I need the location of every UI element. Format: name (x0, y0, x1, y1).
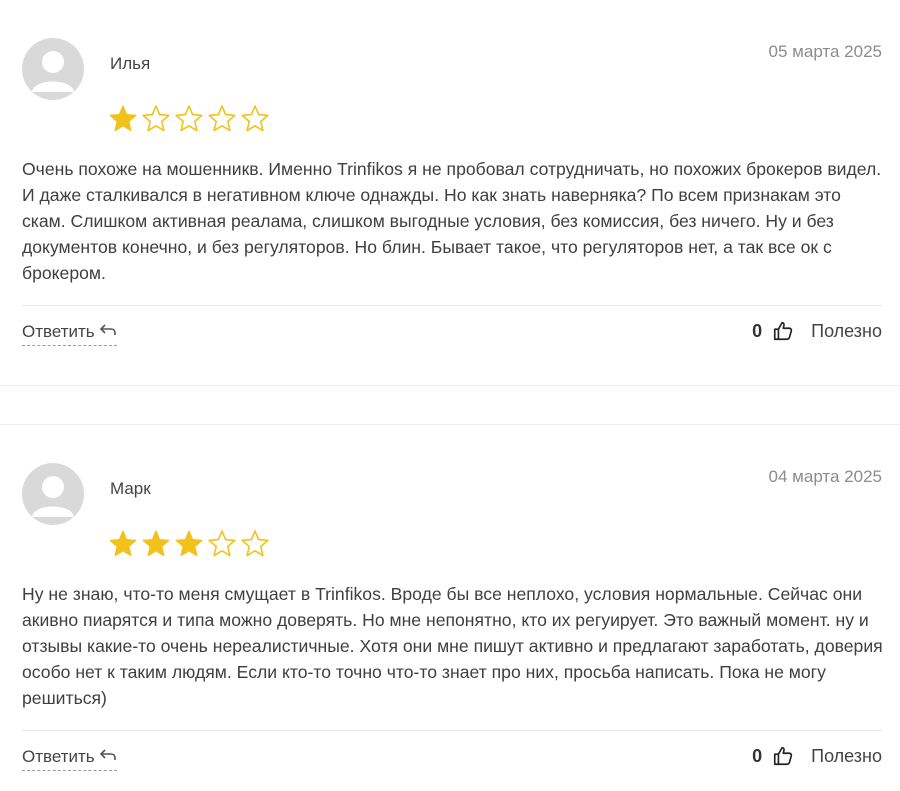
star-empty-icon (240, 104, 270, 134)
star-rating (108, 529, 270, 559)
review-date: 05 марта 2025 (768, 42, 882, 61)
helpful-label: Полезно (811, 745, 882, 766)
star-empty-icon (141, 104, 171, 134)
vote-area: 0 Полезно (752, 745, 882, 767)
star-filled-icon (108, 104, 138, 134)
thumbs-up-icon[interactable] (772, 320, 794, 342)
helpful-label: Полезно (811, 320, 882, 341)
vote-count: 0 (752, 320, 763, 341)
review-author: Илья (110, 54, 151, 73)
reply-label: Ответить (22, 747, 95, 766)
star-empty-icon (207, 104, 237, 134)
reply-arrow-icon (99, 747, 117, 767)
star-filled-icon (174, 529, 204, 559)
vote-area: 0 Полезно (752, 320, 882, 342)
reply-button[interactable]: Ответить (22, 747, 117, 771)
thumbs-up-icon[interactable] (772, 745, 794, 767)
star-filled-icon (108, 529, 138, 559)
star-empty-icon (240, 529, 270, 559)
review-text: Очень похоже на мошенникв. Именно Trinfi… (22, 159, 882, 283)
star-empty-icon (207, 529, 237, 559)
section-divider (0, 385, 900, 386)
vote-count: 0 (752, 745, 763, 766)
reply-label: Ответить (22, 322, 95, 341)
user-avatar-icon (22, 38, 84, 100)
review-text: Ну не знаю, что-то меня смущает в Trinfi… (22, 584, 883, 708)
divider (22, 305, 882, 306)
review-author: Марк (110, 479, 151, 498)
section-divider (0, 424, 900, 425)
review-date: 04 марта 2025 (768, 467, 882, 486)
divider (22, 730, 882, 731)
star-filled-icon (141, 529, 171, 559)
star-rating (108, 104, 270, 134)
user-avatar-icon (22, 463, 84, 525)
star-empty-icon (174, 104, 204, 134)
reply-button[interactable]: Ответить (22, 322, 117, 346)
reply-arrow-icon (99, 322, 117, 342)
